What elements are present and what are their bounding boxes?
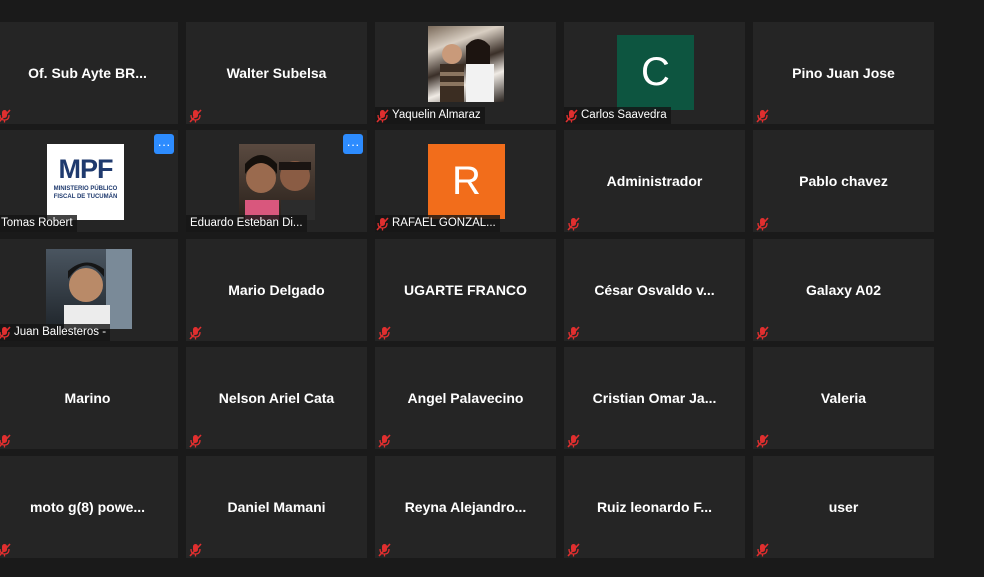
participant-name-label: Tomas Robert xyxy=(0,215,77,232)
participant-photo xyxy=(239,144,315,220)
participant-name: Daniel Mamani xyxy=(227,499,326,515)
participant-tile[interactable]: Angel Palavecino xyxy=(375,347,556,449)
participant-name: Eduardo Esteban Di... xyxy=(190,217,303,229)
participant-tile[interactable]: Juan Ballesteros - xyxy=(0,239,178,341)
muted-microphone-icon xyxy=(567,434,580,448)
participant-tile[interactable]: ··· Eduardo Esteban Di... xyxy=(186,130,367,232)
participant-tile[interactable]: Of. Sub Ayte BR... xyxy=(0,22,178,124)
participant-name: Tomas Robert xyxy=(1,217,73,229)
muted-microphone-icon xyxy=(0,326,11,340)
participant-tile[interactable]: Ruiz leonardo F... xyxy=(564,456,745,558)
muted-microphone-icon xyxy=(378,326,391,340)
participant-tile[interactable]: Galaxy A02 xyxy=(753,239,934,341)
logo-line: FISCAL DE TUCUMÁN xyxy=(53,194,118,200)
participant-name: Reyna Alejandro... xyxy=(404,499,527,515)
participant-tile[interactable]: Yaquelin Almaraz xyxy=(375,22,556,124)
participant-tile[interactable]: Valeria xyxy=(753,347,934,449)
participant-name: Nelson Ariel Cata xyxy=(218,390,335,406)
participant-name-label: Juan Ballesteros - xyxy=(0,324,111,341)
participant-name-label: Eduardo Esteban Di... xyxy=(186,215,307,232)
avatar: R xyxy=(428,144,505,219)
participant-name: moto g(8) powe... xyxy=(29,499,146,515)
muted-microphone-icon xyxy=(189,326,202,340)
participant-name: Administrador xyxy=(606,173,703,189)
participant-tile[interactable]: UGARTE FRANCO xyxy=(375,239,556,341)
gallery-view: Of. Sub Ayte BR... Walter Subelsa Yaquel… xyxy=(0,0,984,577)
participant-tile[interactable]: user xyxy=(753,456,934,558)
participant-tile[interactable]: Daniel Mamani xyxy=(186,456,367,558)
participant-tile[interactable]: Mario Delgado xyxy=(186,239,367,341)
participant-name: user xyxy=(828,499,859,515)
participant-name: Pino Juan Jose xyxy=(792,65,895,81)
muted-microphone-icon xyxy=(378,543,391,557)
participant-tile[interactable]: Marino xyxy=(0,347,178,449)
participant-tile[interactable]: moto g(8) powe... xyxy=(0,456,178,558)
participant-name: César Osvaldo v... xyxy=(594,282,715,298)
avatar: C xyxy=(617,35,694,110)
muted-microphone-icon xyxy=(189,434,202,448)
logo-title: MPF xyxy=(58,154,114,184)
participant-tile[interactable]: Cristian Omar Ja... xyxy=(564,347,745,449)
muted-microphone-icon xyxy=(0,434,11,448)
participant-name: Walter Subelsa xyxy=(226,65,327,81)
participant-tile[interactable]: Walter Subelsa xyxy=(186,22,367,124)
muted-microphone-icon xyxy=(756,326,769,340)
participant-name: Cristian Omar Ja... xyxy=(592,390,717,406)
participant-tile[interactable]: R RAFAEL GONZAL... xyxy=(375,130,556,232)
muted-microphone-icon xyxy=(189,109,202,123)
muted-microphone-icon xyxy=(189,543,202,557)
muted-microphone-icon xyxy=(567,543,580,557)
muted-microphone-icon xyxy=(565,109,578,123)
participant-tile[interactable]: C Carlos Saavedra xyxy=(564,22,745,124)
participant-tile[interactable]: Nelson Ariel Cata xyxy=(186,347,367,449)
muted-microphone-icon xyxy=(0,543,11,557)
more-options-button[interactable]: ··· xyxy=(343,134,363,154)
participant-name: Galaxy A02 xyxy=(806,282,881,298)
participant-name-label: Carlos Saavedra xyxy=(564,107,671,124)
participant-name-label: RAFAEL GONZAL... xyxy=(375,215,500,232)
muted-microphone-icon xyxy=(756,434,769,448)
muted-microphone-icon xyxy=(756,543,769,557)
participant-name: Juan Ballesteros - xyxy=(14,326,107,338)
participant-tile[interactable]: Pino Juan Jose xyxy=(753,22,934,124)
participant-name: Carlos Saavedra xyxy=(581,109,667,121)
participant-name: Yaquelin Almaraz xyxy=(392,109,481,121)
muted-microphone-icon xyxy=(756,109,769,123)
logo-line: MINISTERIO PÚBLICO xyxy=(53,186,118,192)
muted-microphone-icon xyxy=(376,109,389,123)
participant-name-label: Yaquelin Almaraz xyxy=(375,107,485,124)
participant-name: Pablo chavez xyxy=(799,173,888,189)
participant-photo xyxy=(46,249,132,329)
participant-name: Of. Sub Ayte BR... xyxy=(28,65,147,81)
muted-microphone-icon xyxy=(376,217,389,231)
participant-tile[interactable]: Administrador xyxy=(564,130,745,232)
muted-microphone-icon xyxy=(0,109,11,123)
participant-name: UGARTE FRANCO xyxy=(404,282,527,298)
muted-microphone-icon xyxy=(378,434,391,448)
muted-microphone-icon xyxy=(756,217,769,231)
participant-name: Marino xyxy=(64,390,111,406)
mpf-logo: MPF MINISTERIO PÚBLICO FISCAL DE TUCUMÁN xyxy=(47,144,124,220)
participant-tile[interactable]: Pablo chavez xyxy=(753,130,934,232)
participant-name: Valeria xyxy=(820,390,867,406)
participant-name: RAFAEL GONZAL... xyxy=(392,217,496,229)
muted-microphone-icon xyxy=(567,326,580,340)
participant-name: Mario Delgado xyxy=(228,282,325,298)
participant-tile[interactable]: César Osvaldo v... xyxy=(564,239,745,341)
participant-photo xyxy=(428,26,504,102)
participant-name: Angel Palavecino xyxy=(407,390,524,406)
more-options-button[interactable]: ··· xyxy=(154,134,174,154)
participant-name: Ruiz leonardo F... xyxy=(596,499,713,515)
muted-microphone-icon xyxy=(567,217,580,231)
participant-tile[interactable]: Reyna Alejandro... xyxy=(375,456,556,558)
participant-tile[interactable]: MPF MINISTERIO PÚBLICO FISCAL DE TUCUMÁN… xyxy=(0,130,178,232)
